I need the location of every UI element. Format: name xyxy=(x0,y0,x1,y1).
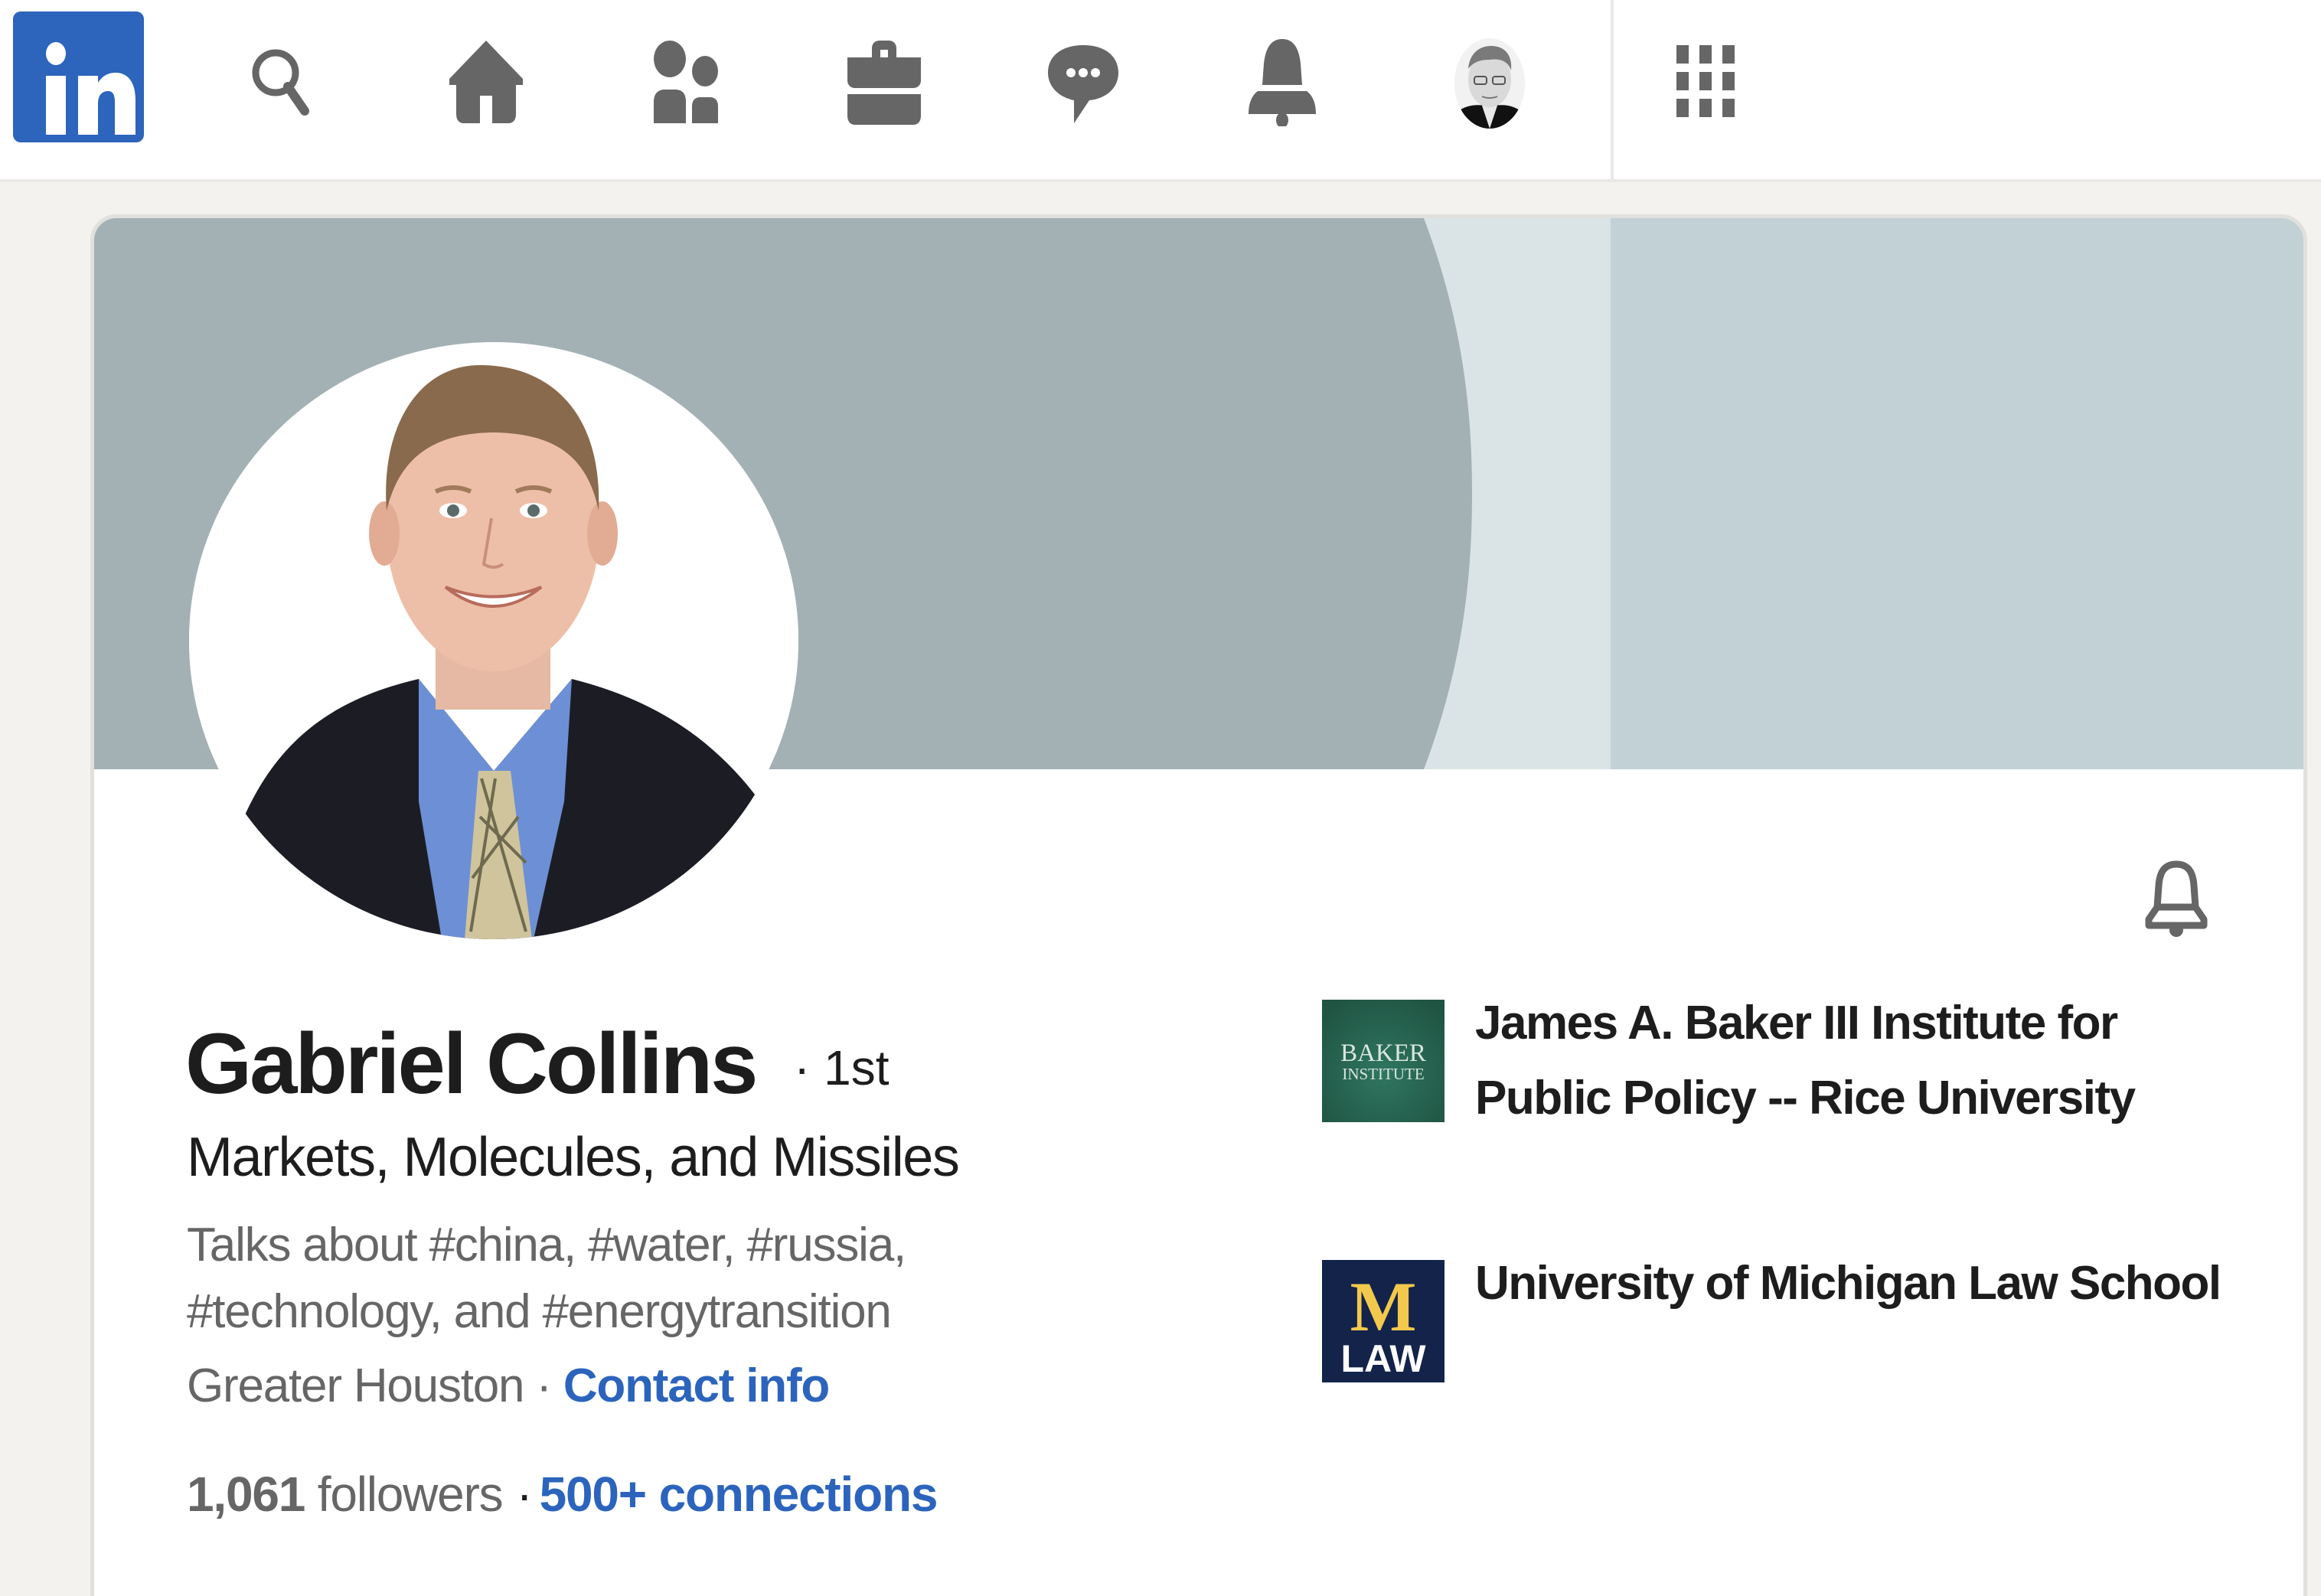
home-icon[interactable] xyxy=(440,34,532,126)
followers-count: 1,061 xyxy=(187,1467,305,1522)
baker-logo-line1: BAKER xyxy=(1340,1040,1426,1067)
location-text: Greater Houston xyxy=(187,1359,525,1412)
location-line: Greater Houston · Contact info xyxy=(187,1359,830,1413)
michigan-logo-law: LAW xyxy=(1340,1337,1426,1380)
baker-logo-line2: INSTITUTE xyxy=(1342,1065,1424,1083)
connections-link[interactable]: 500+ connections xyxy=(540,1467,939,1522)
org-name[interactable]: University of Michigan Law School xyxy=(1475,1246,2225,1321)
search-icon[interactable] xyxy=(237,34,329,126)
contact-info-link[interactable]: Contact info xyxy=(563,1359,830,1412)
network-stats: 1,061 followers · 500+ connections xyxy=(187,1466,939,1523)
apps-grid-icon[interactable] xyxy=(1667,34,1759,126)
profile-name: Gabriel Collins xyxy=(185,1016,758,1111)
linkedin-logo[interactable] xyxy=(13,11,144,142)
nav-divider xyxy=(1611,0,1614,179)
followers-label: followers xyxy=(305,1467,504,1522)
profile-card: Gabriel Collins · 1st Markets, Molecules… xyxy=(90,214,2307,1596)
profile-headline: Markets, Molecules, and Missiles xyxy=(187,1127,960,1188)
my-network-icon[interactable] xyxy=(639,34,731,126)
messaging-icon[interactable] xyxy=(1037,34,1129,126)
michigan-law-logo: M LAW xyxy=(1322,1260,1445,1382)
talks-about-hashtags: Talks about #china, #water, #russia, #te… xyxy=(187,1219,906,1338)
org-name[interactable]: James A. Baker III Institute for Public … xyxy=(1475,986,2225,1136)
linkedin-logo-icon xyxy=(46,42,135,135)
global-nav xyxy=(0,0,2321,182)
follow-notifications-bell-icon[interactable] xyxy=(2130,847,2222,939)
michigan-logo-m: M xyxy=(1350,1268,1417,1346)
jobs-icon[interactable] xyxy=(838,34,930,126)
baker-institute-logo: BAKER INSTITUTE xyxy=(1322,1000,1445,1122)
notifications-icon[interactable] xyxy=(1236,34,1328,126)
location-separator: · xyxy=(524,1359,563,1412)
profile-photo[interactable] xyxy=(189,342,798,939)
me-avatar[interactable] xyxy=(1454,38,1525,129)
connection-degree-badge: · 1st xyxy=(794,1040,890,1095)
stats-separator: · xyxy=(516,1467,533,1522)
